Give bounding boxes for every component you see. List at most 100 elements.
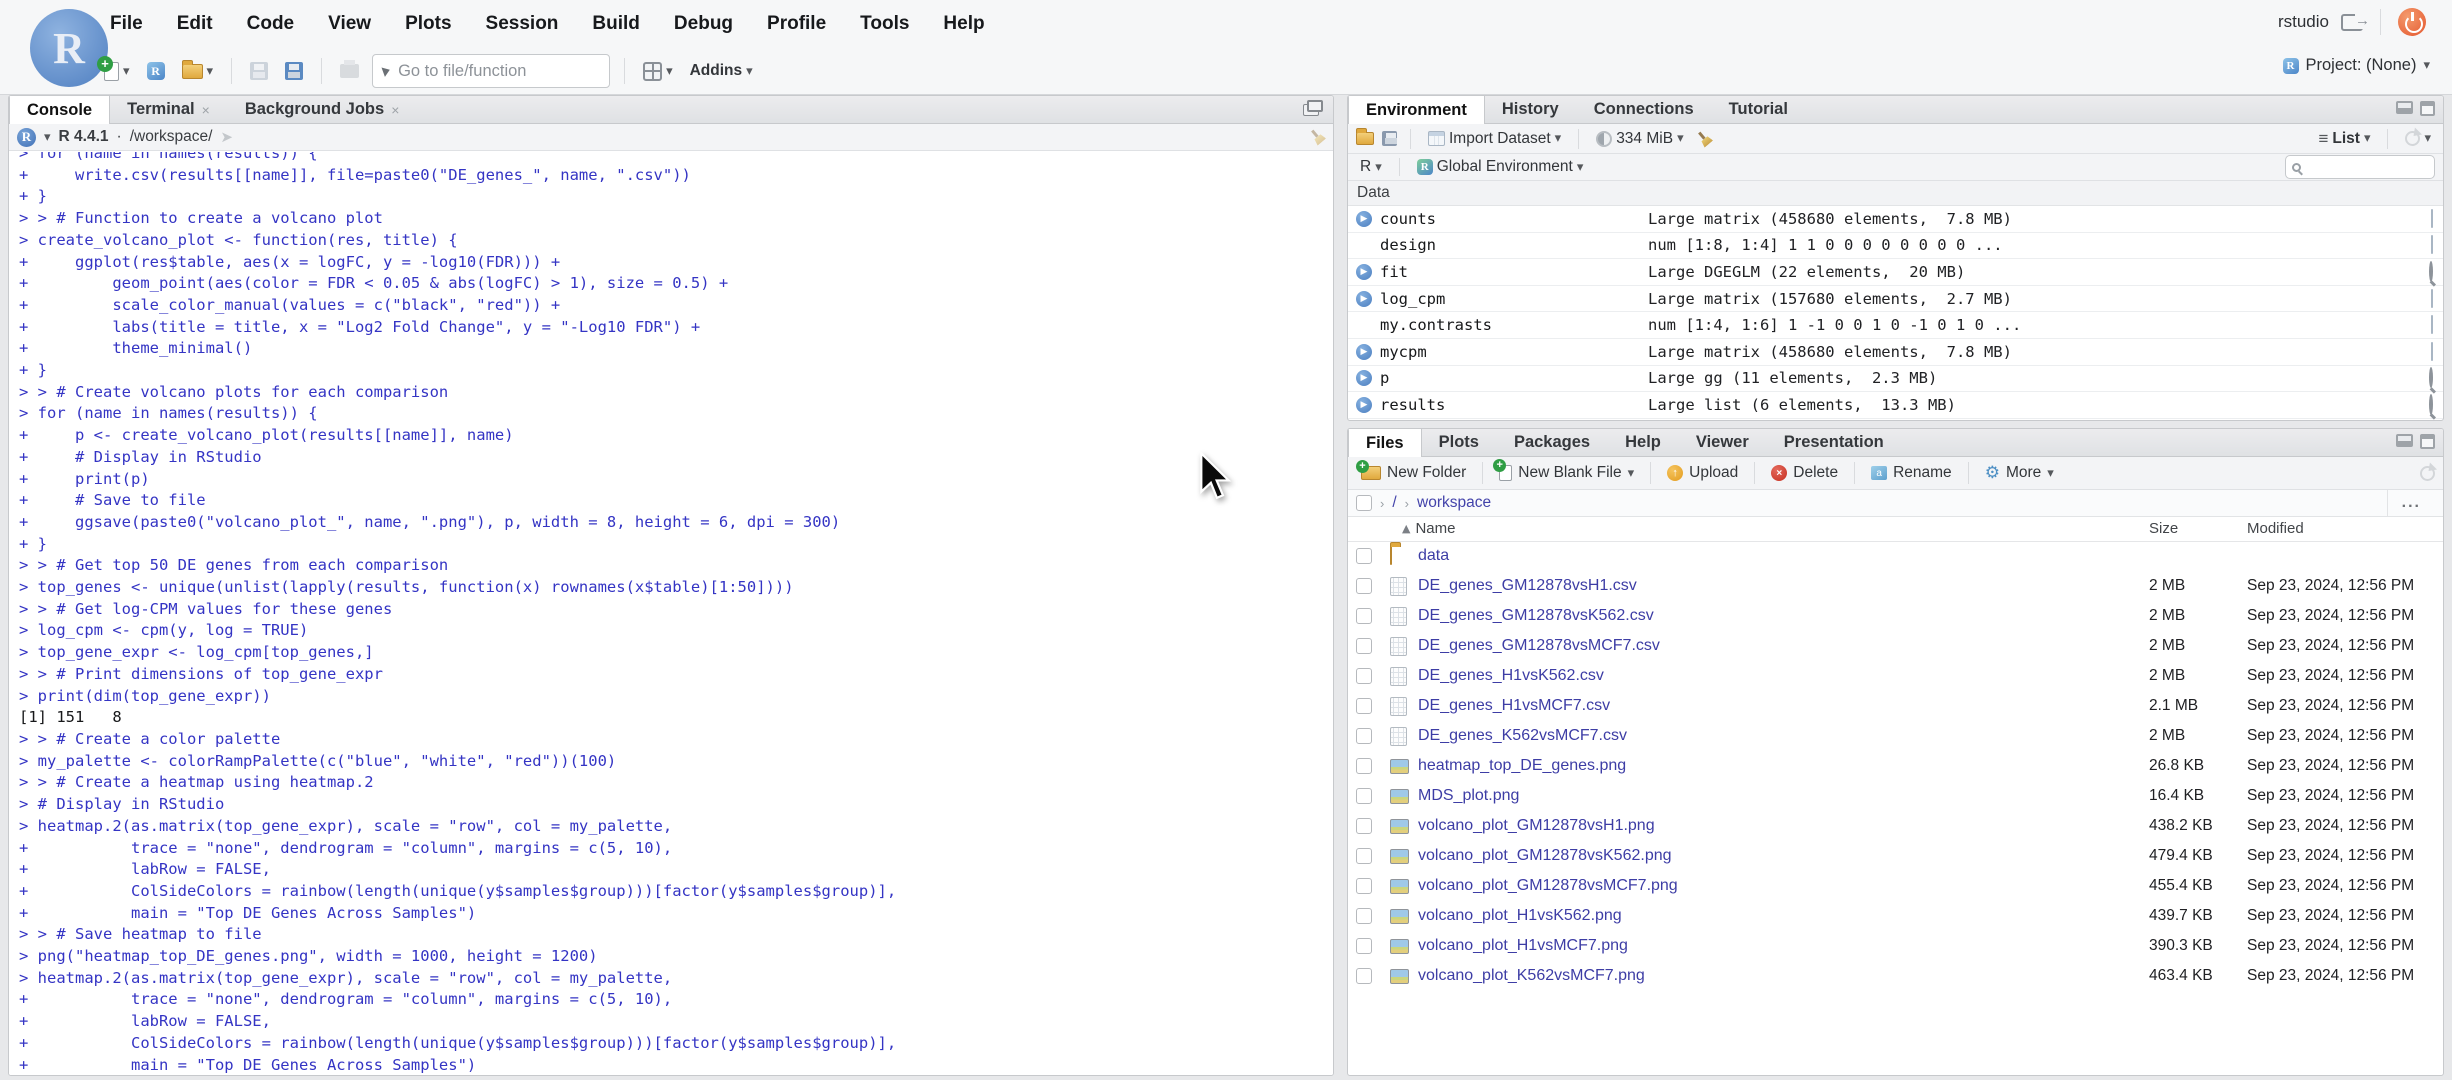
column-header-name[interactable]: ▲ Name	[1402, 520, 1455, 537]
environment-object-row[interactable]: ▶ p Large gg (11 elements, 2.3 MB)	[1348, 366, 2443, 393]
file-checkbox[interactable]	[1356, 908, 1372, 924]
tab-presentation[interactable]: Presentation	[1767, 429, 1902, 456]
expand-icon[interactable]: ▶	[1356, 290, 1372, 307]
object-action-button[interactable]	[2429, 367, 2433, 389]
clear-console-icon[interactable]	[1306, 126, 1329, 149]
file-checkbox[interactable]	[1356, 878, 1372, 894]
breadcrumb-workspace-link[interactable]: workspace	[1417, 494, 1491, 512]
tab-connections[interactable]: Connections	[1577, 96, 1712, 123]
file-checkbox[interactable]	[1356, 848, 1372, 864]
menu-item-code[interactable]: Code	[237, 9, 305, 39]
tab-console[interactable]: Console	[9, 96, 111, 124]
chevron-down-icon[interactable]: ▾	[44, 130, 51, 145]
menu-item-edit[interactable]: Edit	[167, 9, 223, 39]
object-action-button[interactable]	[2431, 315, 2433, 335]
file-name-link[interactable]: volcano_plot_GM12878vsH1.png	[1418, 817, 1655, 835]
breadcrumb-root-link[interactable]: /	[1392, 494, 1396, 512]
file-name-link[interactable]: MDS_plot.png	[1418, 787, 1519, 805]
menu-item-help[interactable]: Help	[933, 9, 994, 39]
tab-help[interactable]: Help	[1608, 429, 1679, 456]
menu-item-profile[interactable]: Profile	[757, 9, 836, 39]
files-toolbar-more-button[interactable]: ⚙ More ▾	[1980, 462, 2059, 484]
expand-icon[interactable]: ▶	[1356, 370, 1372, 387]
file-name-link[interactable]: heatmap_top_DE_genes.png	[1418, 757, 1626, 775]
breadcrumb-overflow-button[interactable]: ...	[2386, 490, 2435, 516]
select-all-checkbox[interactable]	[1356, 495, 1372, 511]
file-name-link[interactable]: volcano_plot_GM12878vsMCF7.png	[1418, 877, 1678, 895]
menu-item-tools[interactable]: Tools	[850, 9, 919, 39]
files-toolbar-new-folder-button[interactable]: New Folder	[1356, 460, 1471, 484]
file-name-link[interactable]: volcano_plot_K562vsMCF7.png	[1418, 967, 1645, 985]
menu-item-debug[interactable]: Debug	[664, 9, 743, 39]
expand-icon[interactable]: ▶	[1356, 263, 1372, 280]
tab-packages[interactable]: Packages	[1497, 429, 1608, 456]
memory-usage-button[interactable]: 334 MiB ▾	[1592, 127, 1687, 151]
file-name-link[interactable]: volcano_plot_H1vsMCF7.png	[1418, 937, 1628, 955]
object-action-button[interactable]	[2431, 288, 2433, 308]
menu-item-build[interactable]: Build	[582, 9, 650, 39]
column-header-modified[interactable]: Modified	[2247, 520, 2304, 537]
tab-plots[interactable]: Plots	[1422, 429, 1497, 456]
print-button[interactable]	[336, 60, 363, 81]
addins-button[interactable]: Addins ▾	[686, 59, 757, 83]
maximize-panel-icon[interactable]	[2420, 101, 2435, 116]
file-checkbox[interactable]	[1356, 728, 1372, 744]
language-selector[interactable]: R ▾	[1356, 155, 1386, 179]
sign-out-icon[interactable]	[2341, 11, 2370, 31]
file-checkbox[interactable]	[1356, 938, 1372, 954]
console-output-area[interactable]: > for (name in names(results)) {+ write.…	[9, 152, 1333, 1075]
file-name-link[interactable]: DE_genes_K562vsMCF7.csv	[1418, 727, 1627, 745]
save-button[interactable]	[246, 59, 272, 83]
environment-search-input[interactable]	[2285, 155, 2435, 179]
tab-files[interactable]: Files	[1348, 429, 1422, 457]
pane-layout-button[interactable]: ▾	[639, 59, 677, 84]
tab-viewer[interactable]: Viewer	[1679, 429, 1767, 456]
new-project-button[interactable]: R	[143, 59, 169, 83]
import-dataset-button[interactable]: Import Dataset ▾	[1424, 127, 1565, 151]
tab-environment[interactable]: Environment	[1348, 96, 1485, 124]
expand-icon[interactable]: ▶	[1356, 343, 1372, 360]
save-workspace-icon[interactable]	[1382, 131, 1397, 146]
new-file-button[interactable]: + ▾	[97, 55, 134, 84]
file-checkbox[interactable]	[1356, 548, 1372, 564]
goto-file-function-input[interactable]: Go to file/function	[372, 54, 611, 88]
save-all-button[interactable]	[281, 59, 307, 83]
object-action-button[interactable]	[2431, 235, 2433, 255]
file-name-link[interactable]: data	[1418, 547, 1449, 565]
clear-environment-icon[interactable]	[1692, 127, 1715, 150]
column-header-size[interactable]: Size	[2149, 520, 2178, 537]
close-icon[interactable]: ×	[202, 102, 210, 118]
tab-history[interactable]: History	[1485, 96, 1577, 123]
file-checkbox[interactable]	[1356, 968, 1372, 984]
menu-item-view[interactable]: View	[318, 9, 381, 39]
file-name-link[interactable]: DE_genes_H1vsMCF7.csv	[1418, 697, 1610, 715]
tab-background-jobs[interactable]: Background Jobs ×	[228, 96, 418, 123]
files-toolbar-delete-button[interactable]: × Delete	[1766, 462, 1843, 484]
environment-object-row[interactable]: ▶my.contrastsnum [1:4, 1:6] 1 -1 0 0 1 0…	[1348, 312, 2443, 339]
object-action-button[interactable]	[2429, 393, 2433, 415]
tab-tutorial[interactable]: Tutorial	[1712, 96, 1806, 123]
environment-object-row[interactable]: ▶ mycpm Large matrix (458680 elements, 7.8…	[1348, 339, 2443, 366]
file-name-link[interactable]: volcano_plot_GM12878vsK562.png	[1418, 847, 1672, 865]
environment-object-row[interactable]: ▶designnum [1:8, 1:4] 1 1 0 0 0 0 0 0 0 …	[1348, 233, 2443, 260]
goto-directory-icon[interactable]: ➤	[220, 128, 233, 146]
file-name-link[interactable]: DE_genes_H1vsK562.csv	[1418, 667, 1604, 685]
file-name-link[interactable]: DE_genes_GM12878vsH1.csv	[1418, 577, 1637, 595]
files-toolbar-upload-button[interactable]: ↑ Upload	[1662, 462, 1743, 484]
object-action-button[interactable]	[2429, 260, 2433, 282]
object-action-button[interactable]	[2431, 208, 2433, 228]
menu-item-session[interactable]: Session	[476, 9, 569, 39]
project-selector[interactable]: R Project: (None) ▾	[2282, 56, 2430, 75]
file-checkbox[interactable]	[1356, 758, 1372, 774]
maximize-panel-icon[interactable]	[1307, 100, 1323, 112]
file-checkbox[interactable]	[1356, 608, 1372, 624]
r-language-icon[interactable]: R	[17, 127, 36, 147]
file-checkbox[interactable]	[1356, 698, 1372, 714]
load-workspace-icon[interactable]	[1356, 128, 1374, 145]
refresh-environment-button[interactable]: ▾	[2401, 128, 2435, 149]
power-quit-icon[interactable]	[2398, 8, 2426, 36]
maximize-panel-icon[interactable]	[2420, 434, 2435, 449]
environment-object-row[interactable]: ▶ fit Large DGEGLM (22 elements, 20 MB)	[1348, 259, 2443, 286]
close-icon[interactable]: ×	[391, 102, 399, 118]
minimize-panel-icon[interactable]	[2396, 101, 2413, 114]
